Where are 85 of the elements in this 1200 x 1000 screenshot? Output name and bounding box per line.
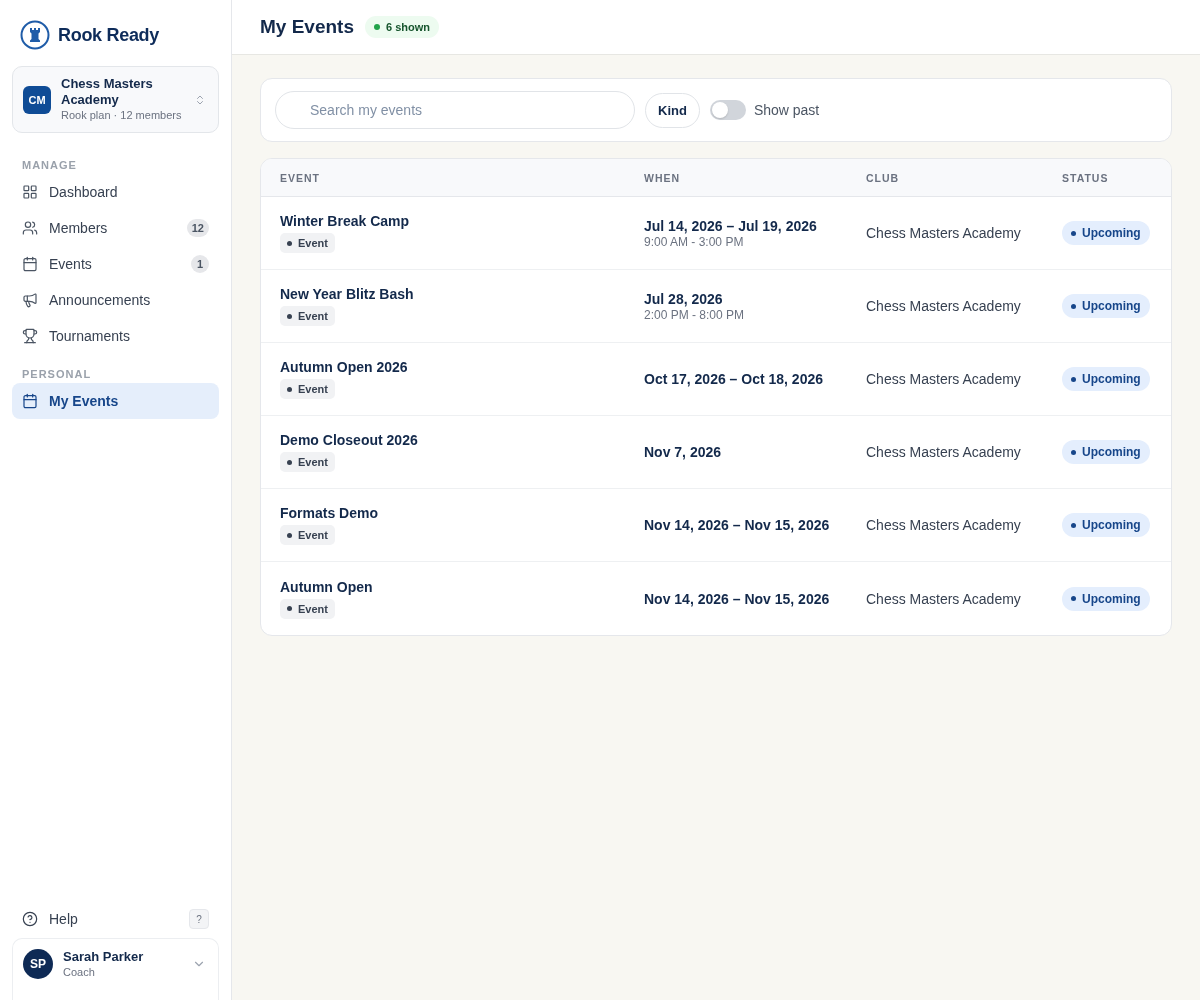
event-time: 9:00 AM - 3:00 PM — [644, 234, 744, 249]
shortcut-key: ? — [189, 909, 209, 929]
column-header: CLUB — [866, 171, 901, 184]
grid-icon — [22, 184, 38, 200]
section-heading: MANAGE — [21, 159, 78, 171]
nav-item[interactable]: Tournaments — [12, 318, 219, 354]
club-name: Chess Masters Academy — [866, 298, 1022, 314]
bullet-dot-icon — [287, 313, 292, 319]
kind-filter-button[interactable]: Kind — [645, 92, 700, 128]
rook-logo-icon — [20, 20, 50, 50]
search-field[interactable]: Search my events — [275, 91, 635, 129]
event-name: Winter Break Camp — [280, 213, 410, 229]
status-label: Upcoming — [1082, 445, 1141, 459]
event-tag-label: Event — [298, 310, 328, 322]
workspace-name: Chess Masters Academy — [61, 76, 154, 108]
bullet-dot-icon — [287, 386, 292, 392]
event-date: Nov 14, 2026 – Nov 15, 2026 — [644, 590, 830, 607]
club-name: Chess Masters Academy — [866, 590, 1022, 607]
event-tag-label: Event — [298, 602, 328, 615]
nav-item[interactable]: Events 1 — [12, 246, 219, 282]
bullet-dot-icon — [287, 606, 292, 611]
user-name: Sarah Parker — [63, 948, 145, 965]
calendar-icon — [22, 393, 38, 409]
event-date: Nov 7, 2026 — [644, 444, 722, 460]
user-role: Coach — [63, 964, 96, 979]
event-tag-label: Event — [298, 529, 328, 541]
event-name: Autumn Open — [280, 578, 373, 595]
status-label: Upcoming — [1082, 299, 1141, 313]
workspace-switcher[interactable]: CM Chess Masters Academy Rook plan · 12 members — [12, 66, 219, 133]
switch-label[interactable]: Show past — [753, 102, 820, 118]
column-header: WHEN — [644, 171, 682, 184]
workspace-avatar: CM — [23, 85, 51, 114]
status-label: Upcoming — [1082, 591, 1141, 606]
club-name: Chess Masters Academy — [866, 371, 1022, 387]
event-tag-label: Event — [298, 456, 328, 468]
chevrons-up-down-icon — [194, 93, 206, 106]
event-tag-label: Event — [298, 237, 328, 249]
nav-item[interactable]: Dashboard — [12, 174, 219, 210]
status-dot-icon — [1071, 596, 1076, 601]
nav-item[interactable]: Members 12 — [12, 210, 219, 246]
club-name: Chess Masters Academy — [866, 517, 1022, 533]
column-header: STATUS — [1062, 171, 1110, 184]
user-menu[interactable]: SP Sarah Parker Coach — [12, 938, 219, 1000]
status-dot-icon — [1071, 522, 1076, 528]
column-header: EVENT — [280, 171, 321, 184]
trophy-icon — [22, 328, 38, 344]
status-label: Upcoming — [1082, 226, 1141, 240]
event-tag-label: Event — [298, 383, 328, 395]
status-label: Upcoming — [1082, 372, 1141, 386]
status-dot-icon — [1071, 303, 1076, 309]
brand-name: Rook Ready — [58, 24, 160, 46]
club-name: Chess Masters Academy — [866, 444, 1022, 460]
status-dot-icon — [1071, 449, 1076, 455]
count-label: 6 shown — [386, 21, 430, 33]
calendar-icon — [22, 256, 38, 272]
bullet-dot-icon — [287, 459, 292, 465]
users-icon — [22, 220, 38, 236]
user-avatar: SP — [23, 948, 53, 979]
event-date: Oct 17, 2026 – Oct 18, 2026 — [644, 371, 823, 387]
status-dot-icon — [374, 24, 380, 30]
page-title: My Events — [260, 16, 354, 38]
event-name: New Year Blitz Bash — [280, 286, 414, 302]
workspace-meta: Rook plan · 12 members — [61, 108, 183, 123]
club-name: Chess Masters Academy — [866, 225, 1022, 241]
bullet-dot-icon — [287, 532, 292, 538]
event-name: Autumn Open 2026 — [280, 359, 408, 375]
bullet-dot-icon — [287, 240, 292, 246]
status-dot-icon — [1071, 230, 1076, 236]
count-badge: 1 — [191, 255, 209, 273]
event-name: Formats Demo — [280, 505, 379, 521]
help-link[interactable]: Help ? — [12, 902, 219, 936]
count-badge: 12 — [186, 219, 209, 237]
status-dot-icon — [1071, 376, 1076, 382]
show-past-switch[interactable] — [709, 100, 746, 120]
status-label: Upcoming — [1082, 518, 1141, 532]
event-name: Demo Closeout 2026 — [280, 432, 418, 448]
nav-item[interactable]: Announcements — [12, 282, 219, 318]
event-time: 2:00 PM - 8:00 PM — [644, 307, 745, 322]
event-date: Nov 14, 2026 – Nov 15, 2026 — [644, 517, 830, 533]
event-date: Jul 28, 2026 — [644, 290, 723, 307]
nav-item[interactable]: My Events — [12, 383, 219, 419]
help-icon — [22, 911, 38, 927]
section-heading: PERSONAL — [21, 368, 93, 380]
event-date: Jul 14, 2026 – Jul 19, 2026 — [644, 217, 817, 234]
megaphone-icon — [22, 292, 38, 308]
